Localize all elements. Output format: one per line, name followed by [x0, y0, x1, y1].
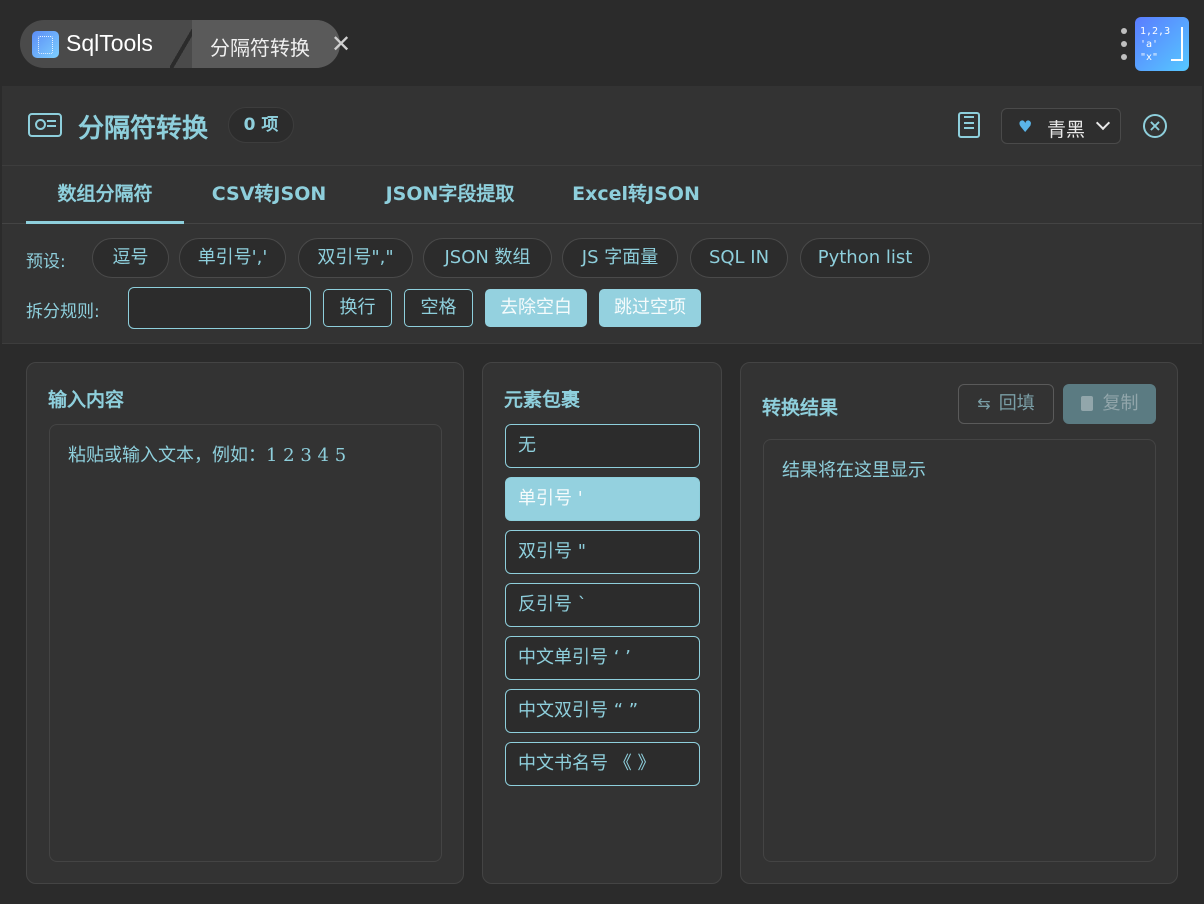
wrap-option-double-quote[interactable]: 双引号 ": [505, 530, 700, 574]
wrap-option-backtick[interactable]: 反引号 `: [505, 583, 700, 627]
page-title: 分隔符转换: [78, 114, 209, 144]
close-icon[interactable]: ✕: [326, 29, 356, 59]
tab-excel-to-json[interactable]: Excel转JSON: [566, 166, 706, 224]
theme-selected-value: 青黑: [1047, 119, 1086, 141]
theme-select[interactable]: ♥ 青黑: [1001, 108, 1121, 144]
wrap-option-none[interactable]: 无: [505, 424, 700, 468]
app-tab-strip: SqlTools 分隔符转换 ✕: [20, 20, 351, 68]
preset-double-quote[interactable]: 双引号",": [298, 238, 413, 278]
wrap-panel: 元素包裹 无 单引号 ' 双引号 " 反引号 ` 中文单引号 ‘ ’ 中文双引号…: [482, 362, 722, 884]
rule-skip-empty-button[interactable]: 跳过空项: [599, 289, 701, 327]
close-circle-icon[interactable]: ×: [1143, 114, 1167, 138]
rule-trim-button[interactable]: 去除空白: [485, 289, 587, 327]
input-placeholder: 粘贴或输入文本，例如：1 2 3 4 5: [68, 445, 347, 466]
preset-comma[interactable]: 逗号: [92, 238, 169, 278]
notes-icon[interactable]: [958, 112, 980, 138]
more-menu-icon[interactable]: [1116, 26, 1132, 62]
result-output[interactable]: 结果将在这里显示: [763, 439, 1156, 862]
arrow-icon: [1171, 27, 1183, 61]
split-rules-label: 拆分规则:: [26, 302, 100, 322]
count-badge: 0 项: [228, 107, 294, 143]
main-area: 输入内容 粘贴或输入文本，例如：1 2 3 4 5 元素包裹 无 单引号 ' 双…: [2, 344, 1202, 904]
rule-newline-button[interactable]: 换行: [323, 289, 392, 327]
tab-delimiter-convert[interactable]: 分隔符转换 ✕: [192, 20, 351, 68]
refill-button[interactable]: ⇆ 回填: [958, 384, 1054, 424]
tab-array-delimiter[interactable]: 数组分隔符: [26, 166, 184, 224]
wrap-option-cn-double-quote[interactable]: 中文双引号 “ ”: [505, 689, 700, 733]
options-toolbar: 预设: 逗号 单引号',' 双引号"," JSON 数组 JS 字面量 SQL …: [2, 224, 1202, 344]
wrap-panel-title: 元素包裹: [504, 389, 581, 411]
preset-js-literal[interactable]: JS 字面量: [562, 238, 678, 278]
preset-python-list[interactable]: Python list: [800, 238, 930, 278]
title-bar: SqlTools 分隔符转换 ✕ 1,2,3 'a' "x": [0, 0, 1204, 86]
input-textarea[interactable]: 粘贴或输入文本，例如：1 2 3 4 5: [49, 424, 442, 862]
page-header: 分隔符转换 0 项 ♥ 青黑 ×: [2, 86, 1202, 166]
wrap-option-cn-book-title[interactable]: 中文书名号 《 》: [505, 742, 700, 786]
copy-label: 复制: [1102, 393, 1139, 414]
swap-icon: ⇆: [977, 394, 991, 413]
input-panel-title: 输入内容: [48, 389, 125, 411]
result-panel: 转换结果 ⇆ 回填 复制 结果将在这里显示: [740, 362, 1178, 884]
preset-json-array[interactable]: JSON 数组: [423, 238, 552, 278]
tab-label: 分隔符转换: [210, 36, 310, 60]
presets-label: 预设:: [26, 252, 66, 272]
copy-button[interactable]: 复制: [1063, 384, 1156, 424]
split-rule-input[interactable]: [128, 287, 311, 329]
tab-json-field-extract[interactable]: JSON字段提取: [374, 166, 526, 224]
copy-icon: [1080, 396, 1093, 411]
wrap-option-cn-single-quote[interactable]: 中文单引号 ‘ ’: [505, 636, 700, 680]
rule-space-button[interactable]: 空格: [404, 289, 473, 327]
corner-app-icon: 1,2,3 'a' "x": [1135, 17, 1189, 71]
result-panel-title: 转换结果: [762, 397, 839, 419]
preset-single-quote[interactable]: 单引号',': [179, 238, 286, 278]
app-name[interactable]: SqlTools: [66, 30, 153, 57]
tab-csv-to-json[interactable]: CSV转JSON: [204, 166, 334, 224]
chevron-down-icon: [1095, 115, 1111, 131]
result-placeholder: 结果将在这里显示: [782, 460, 926, 481]
app-logo-icon: [32, 31, 59, 58]
tab-bar: 数组分隔符 CSV转JSON JSON字段提取 Excel转JSON: [2, 166, 1202, 224]
heart-icon: ♥: [1018, 117, 1033, 136]
input-panel: 输入内容 粘贴或输入文本，例如：1 2 3 4 5: [26, 362, 464, 884]
preset-sql-in[interactable]: SQL IN: [690, 238, 788, 278]
id-card-icon: [28, 113, 62, 137]
refill-label: 回填: [998, 393, 1035, 414]
wrap-option-single-quote[interactable]: 单引号 ': [505, 477, 700, 521]
